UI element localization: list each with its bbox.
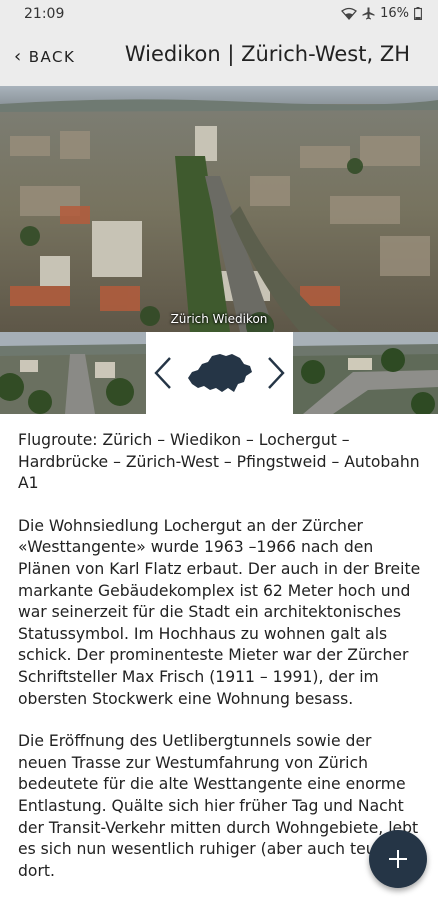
chevron-left-icon[interactable] <box>152 356 174 390</box>
app-bar: ‹ BACK Wiedikon | Zürich-West, ZH <box>0 28 438 86</box>
page-title: Wiedikon | Zürich-West, ZH <box>124 42 410 66</box>
status-bar: 21:09 16% <box>0 0 438 28</box>
thumbnail-strip <box>0 332 438 414</box>
article-paragraph: Die Eröffnung des Uetlibergtunnels sowie… <box>18 732 419 880</box>
plus-icon <box>389 850 407 868</box>
switzerland-map-icon[interactable] <box>184 350 254 396</box>
battery-percent: 16% <box>380 6 409 21</box>
article-text: Flugroute: Zürich – Wiedikon – Lochergut… <box>18 430 422 903</box>
chevron-left-icon: ‹ <box>14 46 23 67</box>
article-paragraph: Die Wohnsiedlung Lochergut an der Zürche… <box>18 516 421 708</box>
thumbnail-previous[interactable] <box>0 332 146 414</box>
previous-flight-photo <box>0 332 146 414</box>
map-selector <box>146 332 293 414</box>
wifi-icon <box>341 7 358 20</box>
add-button[interactable] <box>369 830 427 888</box>
hero-image[interactable]: Zürich Wiedikon <box>0 86 438 332</box>
status-time: 21:09 <box>24 6 65 22</box>
thumbnail-next[interactable] <box>293 332 438 414</box>
battery-icon <box>414 7 422 20</box>
article-paragraph: Flugroute: Zürich – Wiedikon – Lochergut… <box>18 431 420 493</box>
airplane-icon <box>362 7 375 20</box>
hero-caption: Zürich Wiedikon <box>170 312 268 326</box>
back-button-label: BACK <box>28 48 76 66</box>
status-icons: 16% <box>341 6 422 21</box>
chevron-right-icon[interactable] <box>265 356 287 390</box>
aerial-city-photo <box>0 86 438 332</box>
back-button[interactable]: ‹ BACK <box>14 42 75 72</box>
next-flight-photo <box>293 332 438 414</box>
